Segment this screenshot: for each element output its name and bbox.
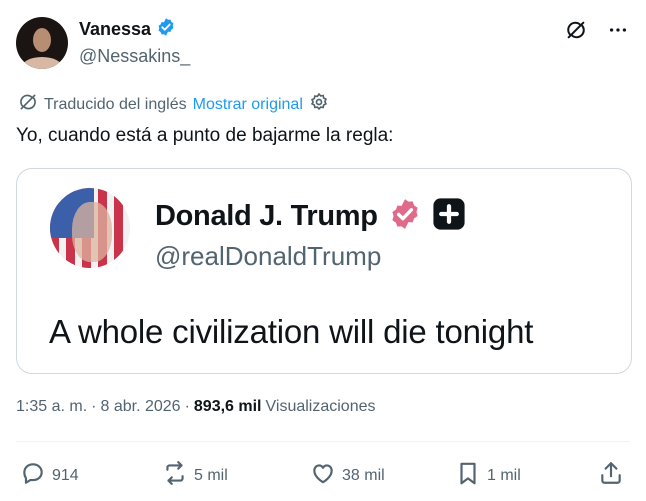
like-button[interactable]: 38 mil	[310, 460, 385, 491]
tweet-text: Yo, cuando está a punto de bajarme la re…	[16, 125, 394, 146]
translation-label: Traducido del inglés	[44, 95, 187, 113]
bookmark-count: 1 mil	[487, 466, 521, 484]
share-icon	[598, 460, 624, 491]
author-handle[interactable]: @Nessakins_	[79, 46, 190, 67]
bookmark-icon	[455, 460, 481, 491]
media-avatar	[50, 188, 130, 268]
meta-separator: ·	[184, 398, 190, 415]
media-name-row: Donald J. Trump	[155, 197, 466, 236]
reply-count: 914	[52, 466, 79, 484]
repost-button[interactable]: 5 mil	[162, 460, 228, 491]
bookmark-button[interactable]: 1 mil	[455, 460, 521, 491]
translation-settings-icon[interactable]	[309, 92, 329, 117]
like-count: 38 mil	[342, 466, 385, 484]
media-avatar-face	[72, 202, 112, 262]
show-original-link[interactable]: Mostrar original	[193, 96, 303, 114]
translation-row: Traducido del inglés Mostrar original	[18, 92, 329, 117]
tweet-date[interactable]: 8 abr. 2026	[100, 398, 180, 416]
action-bar: 914 5 mil 38 mil 1 mil	[20, 460, 630, 490]
media-author-name: Donald J. Trump	[155, 200, 378, 232]
views-label: Visualizaciones	[265, 398, 376, 415]
repost-count: 5 mil	[194, 466, 228, 484]
media-post-text: A whole civilization will die tonight	[49, 313, 534, 350]
avatar-face	[33, 28, 51, 52]
meta-separator: ·	[91, 398, 97, 415]
author-name-row: Vanessa	[79, 17, 176, 42]
author-display-name[interactable]: Vanessa	[79, 19, 151, 40]
tweet-header: Vanessa @Nessakins_	[16, 16, 630, 70]
media-image[interactable]: Donald J. Trump @realDonaldTrump A whole…	[16, 168, 632, 374]
media-verified-badge-icon	[388, 197, 422, 236]
header-actions	[564, 18, 630, 42]
reply-button[interactable]: 914	[20, 460, 79, 491]
share-button[interactable]	[598, 460, 624, 491]
verified-badge-icon	[156, 17, 176, 42]
like-icon	[310, 460, 336, 491]
divider	[16, 441, 630, 442]
grok-icon[interactable]	[564, 18, 588, 42]
more-icon[interactable]	[606, 18, 630, 42]
tweet-meta: 1:35 a. m. · 8 abr. 2026 · 893,6 mil Vis…	[16, 398, 376, 416]
avatar[interactable]	[16, 17, 68, 69]
translate-icon	[18, 92, 38, 117]
repost-icon	[162, 460, 188, 491]
reply-icon	[20, 460, 46, 491]
views-count[interactable]: 893,6 mil	[194, 398, 262, 416]
media-plus-badge-icon	[432, 197, 466, 236]
tweet-time[interactable]: 1:35 a. m.	[16, 398, 87, 416]
media-author-handle: @realDonaldTrump	[155, 241, 382, 271]
